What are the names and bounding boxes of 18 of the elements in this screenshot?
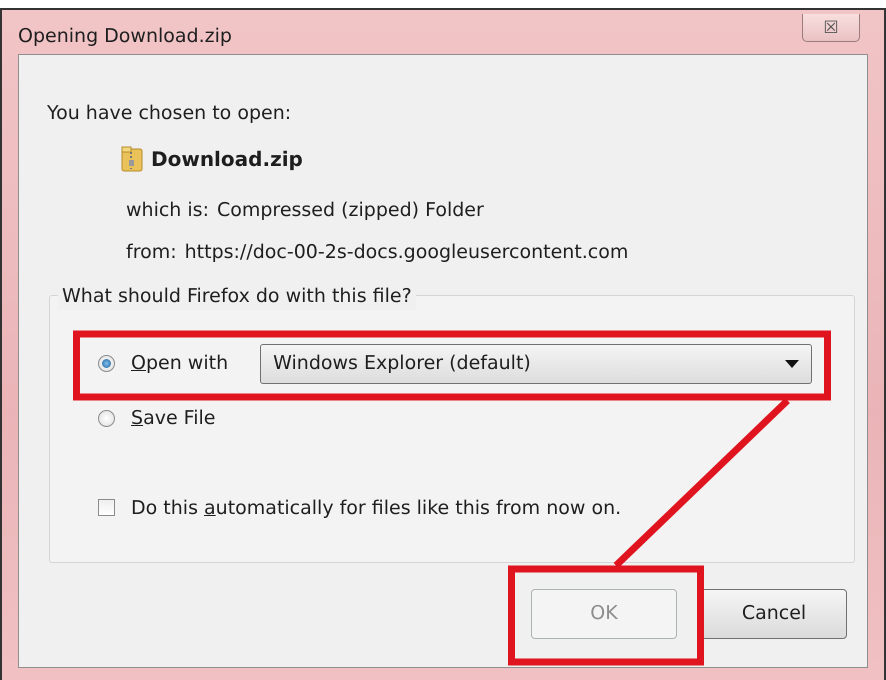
radio-button[interactable] [98,355,115,372]
detail-value: Compressed (zipped) Folder [216,198,484,222]
dropdown-arrow-icon [785,360,799,368]
window-title: Opening Download.zip [18,24,232,49]
checkbox-label: Do this automatically for files like this from now on. [131,496,622,520]
detail-label: which is: [126,198,209,222]
radio-button[interactable] [98,410,115,427]
dialog-button[interactable]: Cancel [701,588,847,638]
dropdown[interactable]: Windows Explorer (default) [260,344,812,384]
close-button[interactable]: ☒ [802,14,860,42]
zip-folder-icon [121,146,143,172]
intro-text: You have chosen to open: [46,101,292,126]
detail-value: https://doc-00-2s-docs.googleusercontent.com [184,240,628,265]
checkbox[interactable] [98,499,115,516]
detail-label: from: [126,240,177,265]
radio-label: Open with [131,351,228,376]
file-name: Download.zip [151,146,303,172]
radio-label: Save File [131,406,216,432]
